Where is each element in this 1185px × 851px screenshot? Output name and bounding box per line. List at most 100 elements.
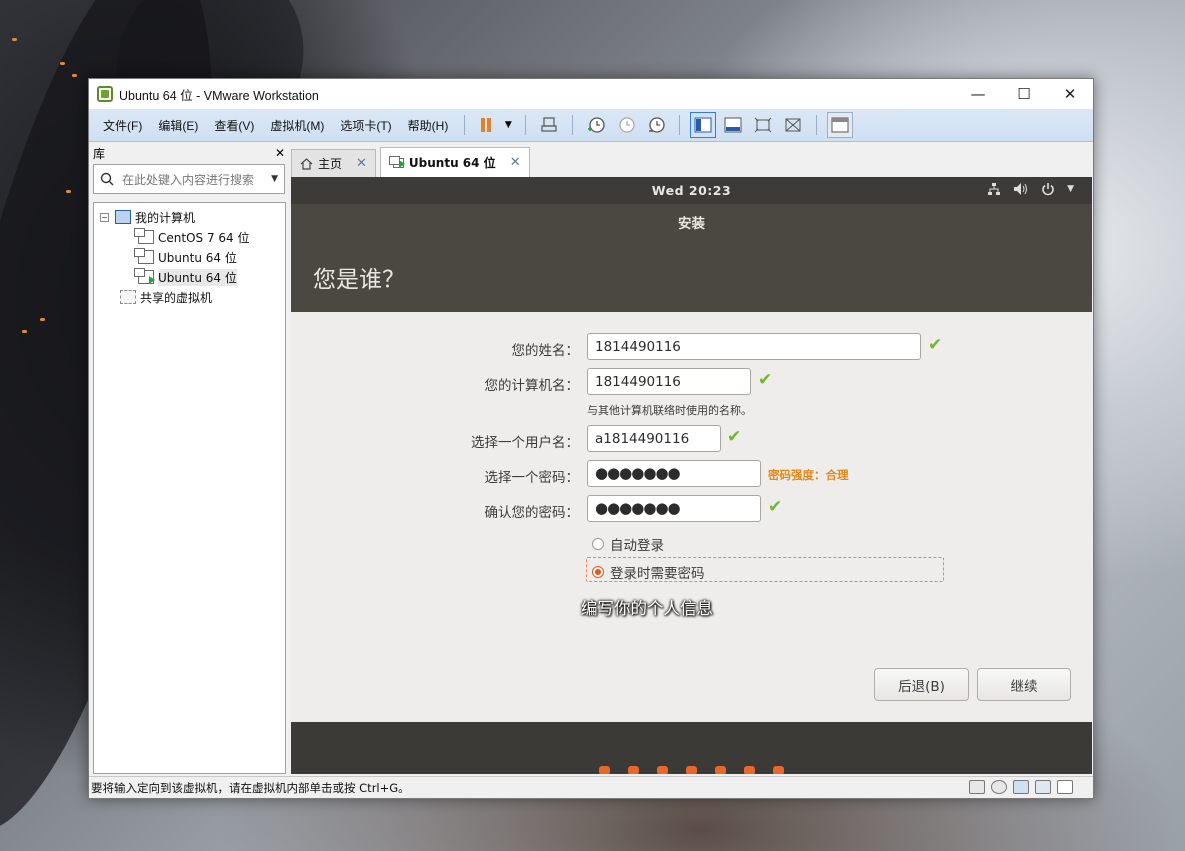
computer-name-field[interactable]: 1814490116: [587, 368, 751, 395]
sound-card-icon[interactable]: [1035, 780, 1051, 794]
console-view-icon[interactable]: [827, 112, 854, 138]
snapshot-manager-icon[interactable]: [643, 112, 669, 138]
minimize-button[interactable]: —: [955, 79, 1001, 109]
tab-bar: 主页 ✕ Ubuntu 64 位 ✕: [291, 145, 1093, 177]
password-field[interactable]: ●●●●●●●: [587, 460, 761, 487]
window-title: Ubuntu 64 位 - VMware Workstation: [119, 88, 319, 103]
message-icon[interactable]: [1057, 780, 1073, 794]
tree-item-ubuntu-2[interactable]: Ubuntu 64 位: [94, 267, 285, 287]
tab-close-icon[interactable]: ✕: [510, 155, 521, 170]
computer-name-label: 您的计算机名：: [484, 378, 580, 394]
maximize-button[interactable]: ☐: [1001, 79, 1047, 109]
auto-login-option[interactable]: 自动登录: [592, 534, 664, 554]
user-form: 您的姓名： 1814490116 ✔ 您的计算机名： 1814490116 ✔ …: [291, 312, 1092, 722]
search-icon: [100, 172, 114, 186]
page-title: 您是谁？: [313, 267, 405, 293]
hard-disk-icon[interactable]: [969, 780, 985, 794]
menu-edit[interactable]: 编辑(E): [150, 117, 206, 134]
toolbar-separator: [816, 115, 818, 135]
status-bar: 要将输入定向到该虚拟机，请在虚拟机内部单击或按 Ctrl+G。: [89, 776, 1093, 798]
snapshot-revert-icon[interactable]: [613, 112, 639, 138]
search-placeholder: 在此处键入内容进行搜索: [122, 172, 255, 187]
menu-file[interactable]: 文件(F): [95, 117, 150, 134]
library-title: 库: [93, 146, 106, 161]
wallpaper-spark: [60, 62, 65, 65]
toolbar-separator: [464, 115, 466, 135]
unity-mode-icon[interactable]: [780, 112, 806, 138]
installer-header: 安装 您是谁？: [291, 204, 1092, 312]
progress-dot: [628, 766, 639, 774]
require-password-label: 登录时需要密码: [610, 566, 705, 582]
library-close-button[interactable]: ✕: [275, 146, 285, 160]
collapse-toggle-icon[interactable]: −: [100, 212, 109, 222]
show-library-icon[interactable]: [690, 112, 717, 138]
running-vm-icon: [134, 268, 155, 284]
title-bar[interactable]: Ubuntu 64 位 - VMware Workstation — ☐ ✕: [89, 79, 1093, 109]
auto-login-radio[interactable]: [592, 538, 604, 550]
pause-button[interactable]: [475, 112, 497, 138]
power-icon[interactable]: [1041, 182, 1055, 200]
back-button[interactable]: 后退(B): [874, 668, 969, 701]
progress-dot: [599, 766, 610, 774]
power-dropdown-icon[interactable]: ▼: [501, 112, 515, 138]
progress-dot: [657, 766, 668, 774]
require-password-option[interactable]: 登录时需要密码: [592, 562, 705, 582]
wallpaper-spark: [22, 330, 27, 333]
menu-tabs[interactable]: 选项卡(T): [332, 117, 399, 134]
cd-dvd-icon[interactable]: [991, 780, 1007, 794]
name-field[interactable]: 1814490116: [587, 333, 921, 360]
tree-item-shared-vms[interactable]: 共享的虚拟机: [94, 287, 285, 307]
progress-dots: [599, 766, 784, 774]
tree-label: Ubuntu 64 位: [158, 250, 237, 265]
username-label: 选择一个用户名：: [471, 435, 579, 451]
menu-view[interactable]: 查看(V): [206, 117, 262, 134]
volume-icon[interactable]: [1013, 182, 1029, 200]
wallpaper-spark: [66, 190, 71, 193]
status-message: 要将输入定向到该虚拟机，请在虚拟机内部单击或按 Ctrl+G。: [91, 780, 410, 795]
username-valid-check-icon: ✔: [727, 427, 742, 447]
gnome-top-bar: Wed 20:23 ▼: [291, 177, 1092, 204]
progress-dot: [773, 766, 784, 774]
tab-close-icon[interactable]: ✕: [356, 156, 367, 171]
shared-vm-icon: [120, 290, 136, 304]
vm-console[interactable]: Wed 20:23 ▼ 安装 您是谁？ 您的姓名： 1814490116 ✔ 您…: [291, 177, 1092, 774]
tree-label: CentOS 7 64 位: [158, 230, 250, 245]
username-field[interactable]: a1814490116: [587, 425, 721, 452]
tab-ubuntu[interactable]: Ubuntu 64 位 ✕: [379, 147, 530, 177]
tab-home[interactable]: 主页 ✕: [291, 149, 376, 177]
progress-dot: [715, 766, 726, 774]
library-pane: 库 ✕ 在此处键入内容进行搜索 ▼ − 我的计算机 CentOS 7 64 位 …: [89, 142, 289, 774]
search-dropdown-icon[interactable]: ▼: [271, 174, 278, 184]
tree-item-my-computer[interactable]: − 我的计算机: [94, 207, 285, 227]
menu-help[interactable]: 帮助(H): [400, 117, 457, 134]
close-button[interactable]: ✕: [1047, 79, 1093, 109]
window-controls: — ☐ ✕: [955, 79, 1093, 109]
menu-vm[interactable]: 虚拟机(M): [262, 117, 332, 134]
tree-item-centos[interactable]: CentOS 7 64 位: [94, 227, 285, 247]
tree-item-ubuntu-1[interactable]: Ubuntu 64 位: [94, 247, 285, 267]
computer-valid-check-icon: ✔: [758, 370, 773, 390]
tree-label: 我的计算机: [135, 210, 196, 225]
vmware-window: Ubuntu 64 位 - VMware Workstation — ☐ ✕ 文…: [88, 78, 1094, 799]
progress-dot: [744, 766, 755, 774]
name-valid-check-icon: ✔: [928, 335, 943, 355]
system-tray: ▼: [987, 182, 1074, 200]
progress-dot: [686, 766, 697, 774]
chevron-down-icon[interactable]: ▼: [1067, 182, 1074, 200]
thumbnail-bar-icon[interactable]: [720, 112, 746, 138]
network-adapter-icon[interactable]: [1013, 780, 1029, 794]
full-screen-icon[interactable]: [750, 112, 776, 138]
menu-toolbar: 文件(F) 编辑(E) 查看(V) 虚拟机(M) 选项卡(T) 帮助(H) ▼: [89, 109, 1093, 142]
snapshot-take-icon[interactable]: [583, 112, 609, 138]
continue-button[interactable]: 继续: [977, 668, 1071, 701]
name-label: 您的姓名：: [511, 343, 580, 359]
confirm-password-label: 确认您的密码：: [484, 505, 580, 521]
send-ctrl-alt-del-icon[interactable]: [536, 112, 562, 138]
confirm-password-field[interactable]: ●●●●●●●: [587, 495, 761, 522]
clock[interactable]: Wed 20:23: [291, 183, 1092, 198]
network-icon[interactable]: [987, 182, 1001, 200]
tree-label: 共享的虚拟机: [140, 290, 213, 305]
require-password-radio[interactable]: [592, 566, 604, 578]
installer-footer: [291, 722, 1092, 774]
library-search-input[interactable]: 在此处键入内容进行搜索 ▼: [93, 164, 285, 194]
